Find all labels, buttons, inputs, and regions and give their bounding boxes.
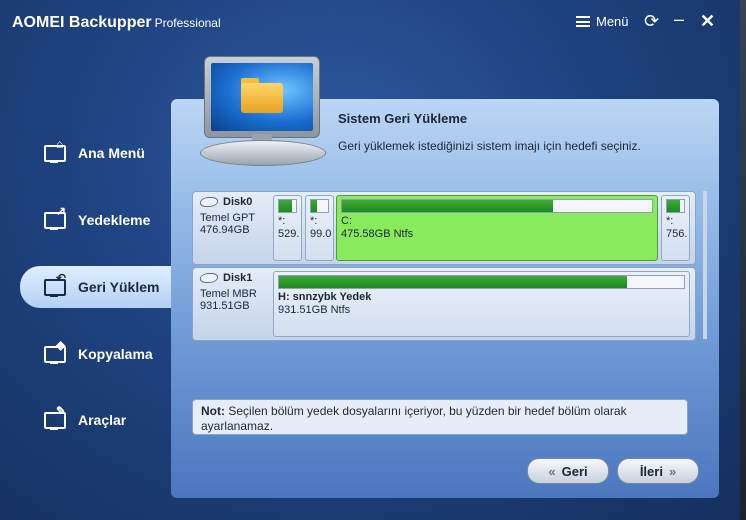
disk-info: Disk1 Temel MBR 931.51GB xyxy=(198,272,257,312)
clone-monitor-icon: ◆ xyxy=(42,339,68,365)
sidebar-item-yedekleme[interactable]: ↗ Yedekleme xyxy=(20,200,170,240)
note-box: Not: Seçilen bölüm yedek dosyalarını içe… xyxy=(192,399,688,435)
chevron-left-icon: « xyxy=(548,463,556,479)
hamburger-icon xyxy=(576,16,590,27)
usage-bar-fill xyxy=(667,200,680,212)
disk-icon xyxy=(198,197,220,207)
back-button[interactable]: «Geri xyxy=(527,458,609,484)
usage-bar-fill xyxy=(279,276,628,288)
sidebar-item-araclar[interactable]: ✎ Araçlar xyxy=(20,400,170,440)
window-edge xyxy=(740,0,746,520)
page-subtitle: Geri yüklemek istediğinizi sistem imajı … xyxy=(338,139,641,153)
app-window: AOMEI Backupper Professional Menü ⟳ – ✕ ⌂… xyxy=(0,0,740,520)
scrollbar[interactable] xyxy=(703,191,707,339)
app-title: AOMEI Backupper Professional xyxy=(12,14,221,31)
disk-info: Disk0 Temel GPT 476.94GB xyxy=(198,196,256,236)
chevron-right-icon: » xyxy=(668,463,677,479)
sidebar-item-ana-menu[interactable]: ⌂ Ana Menü xyxy=(20,133,170,173)
usage-bar-fill xyxy=(311,200,317,212)
page-title: Sistem Geri Yükleme xyxy=(338,111,468,126)
computer-restore-illustration xyxy=(196,56,336,168)
disk-icon xyxy=(198,273,220,283)
disk-row-disk1[interactable]: Disk1 Temel MBR 931.51GB H: snnzybk Yede… xyxy=(192,267,696,341)
disk-row-disk0[interactable]: Disk0 Temel GPT 476.94GB *: 529. *: 99.0 C… xyxy=(192,191,696,265)
partition-disk0-4[interactable]: *: 756. xyxy=(661,195,690,261)
close-icon[interactable]: ✕ xyxy=(700,11,715,32)
restore-monitor-icon: ↶ xyxy=(42,272,68,298)
menu-button[interactable]: Menü xyxy=(576,14,629,29)
usage-bar-fill xyxy=(279,200,292,212)
partition-disk1-h[interactable]: H: snnzybk Yedek 931.51GB Ntfs xyxy=(273,271,690,337)
menu-label: Menü xyxy=(596,14,629,29)
tools-monitor-icon: ✎ xyxy=(42,405,68,431)
partition-disk0-2[interactable]: *: 99.0 xyxy=(305,195,334,261)
sidebar-item-kopyalama[interactable]: ◆ Kopyalama xyxy=(20,334,170,374)
home-monitor-icon: ⌂ xyxy=(42,138,68,164)
partition-disk0-c[interactable]: C: 475.58GB Ntfs xyxy=(336,195,658,261)
usage-bar-fill xyxy=(342,200,553,212)
partition-disk0-1[interactable]: *: 529. xyxy=(273,195,302,261)
backup-monitor-icon: ↗ xyxy=(42,205,68,231)
next-button[interactable]: İleri» xyxy=(617,458,699,484)
refresh-icon[interactable]: ⟳ xyxy=(644,11,659,32)
sidebar-item-geri-yukleme[interactable]: ↶ Geri Yüklem xyxy=(20,266,180,308)
title-bar: AOMEI Backupper Professional Menü ⟳ – ✕ xyxy=(0,0,740,46)
app-edition: Professional xyxy=(154,16,221,30)
minimize-icon[interactable]: – xyxy=(674,9,684,30)
